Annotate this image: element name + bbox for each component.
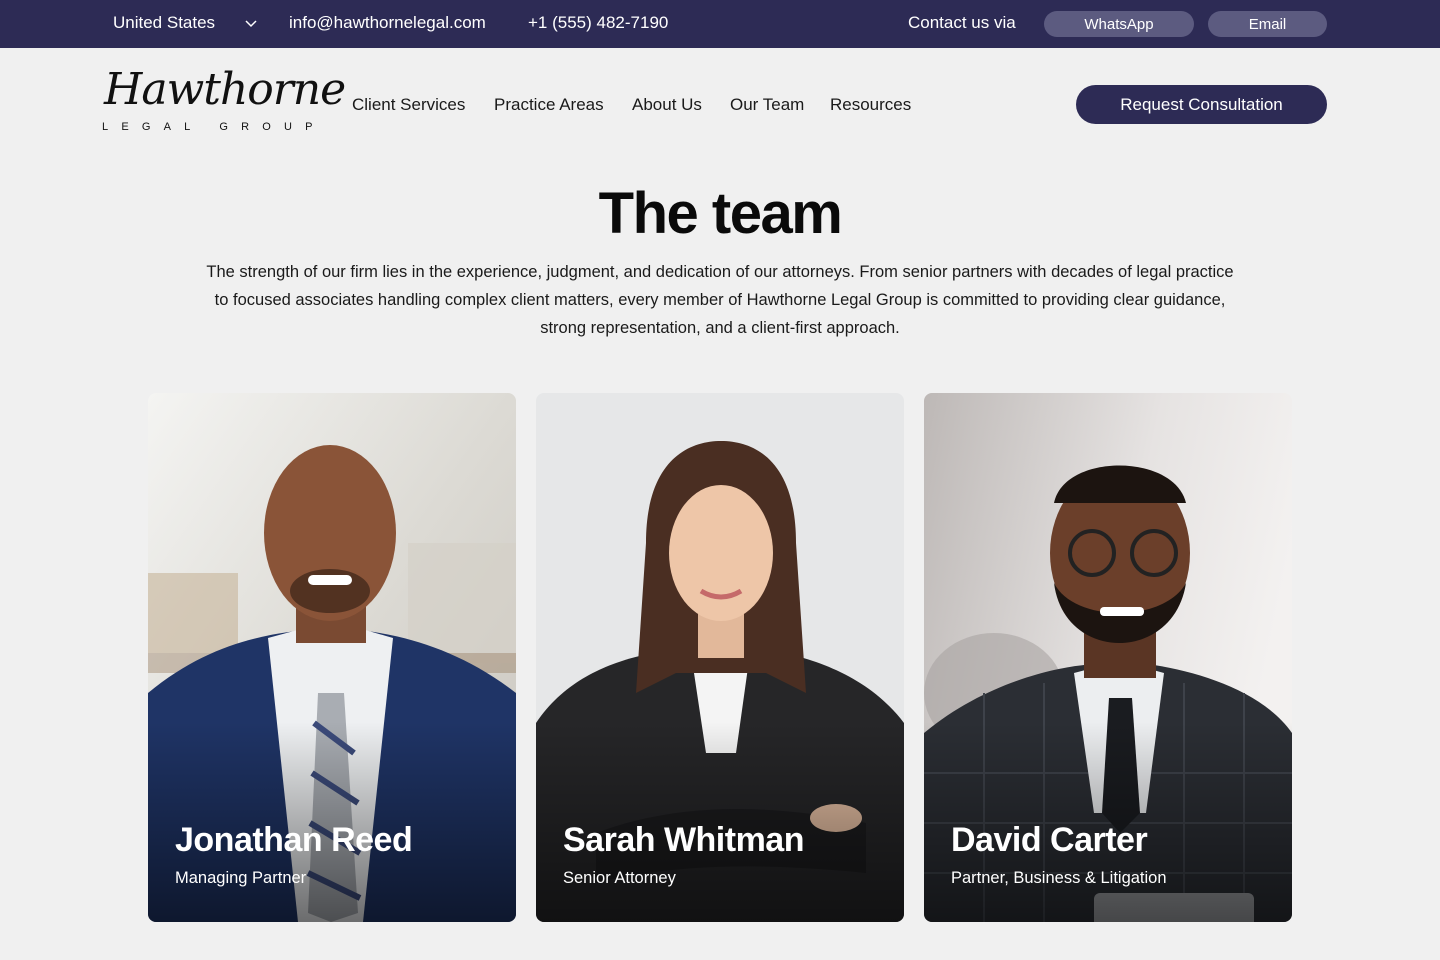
whatsapp-button[interactable]: WhatsApp [1044,11,1194,37]
nav-resources[interactable]: Resources [830,95,911,115]
team-member-name: Jonathan Reed [175,821,413,859]
nav-about-us[interactable]: About Us [632,95,702,115]
email-link[interactable]: info@hawthornelegal.com [289,13,486,33]
team-member-role: Senior Attorney [563,869,676,887]
request-consultation-button[interactable]: Request Consultation [1076,85,1327,124]
phone-link[interactable]: +1 (555) 482-7190 [528,13,668,33]
logo[interactable]: Hawthorne LEGAL GROUP [102,56,346,136]
country-selector[interactable]: United States [113,13,257,33]
page-title: The team [598,181,843,246]
logo-subtitle: LEGAL GROUP [102,121,326,133]
email-button[interactable]: Email [1208,11,1327,37]
team-card-sarah-whitman[interactable]: Sarah Whitman Senior Attorney [536,393,904,922]
team-member-role: Managing Partner [175,869,307,887]
logo-wordmark: Hawthorne [104,64,346,115]
top-bar: United States info@hawthornelegal.com +1… [0,0,1440,48]
nav-client-services[interactable]: Client Services [352,95,465,115]
country-label: United States [113,13,216,32]
team-member-name: David Carter [951,821,1148,859]
chevron-down-icon [245,20,257,28]
team-member-role: Partner, Business & Litigation [951,869,1167,887]
team-card-jonathan-reed[interactable]: Jonathan Reed Managing Partner [148,393,516,922]
nav-practice-areas[interactable]: Practice Areas [494,95,604,115]
team-card-david-carter[interactable]: David Carter Partner, Business & Litigat… [924,393,1292,922]
intro-paragraph: The strength of our firm lies in the exp… [206,263,1234,337]
contact-label: Contact us via [908,13,1016,32]
nav-our-team[interactable]: Our Team [730,95,804,115]
team-member-name: Sarah Whitman [563,821,804,859]
